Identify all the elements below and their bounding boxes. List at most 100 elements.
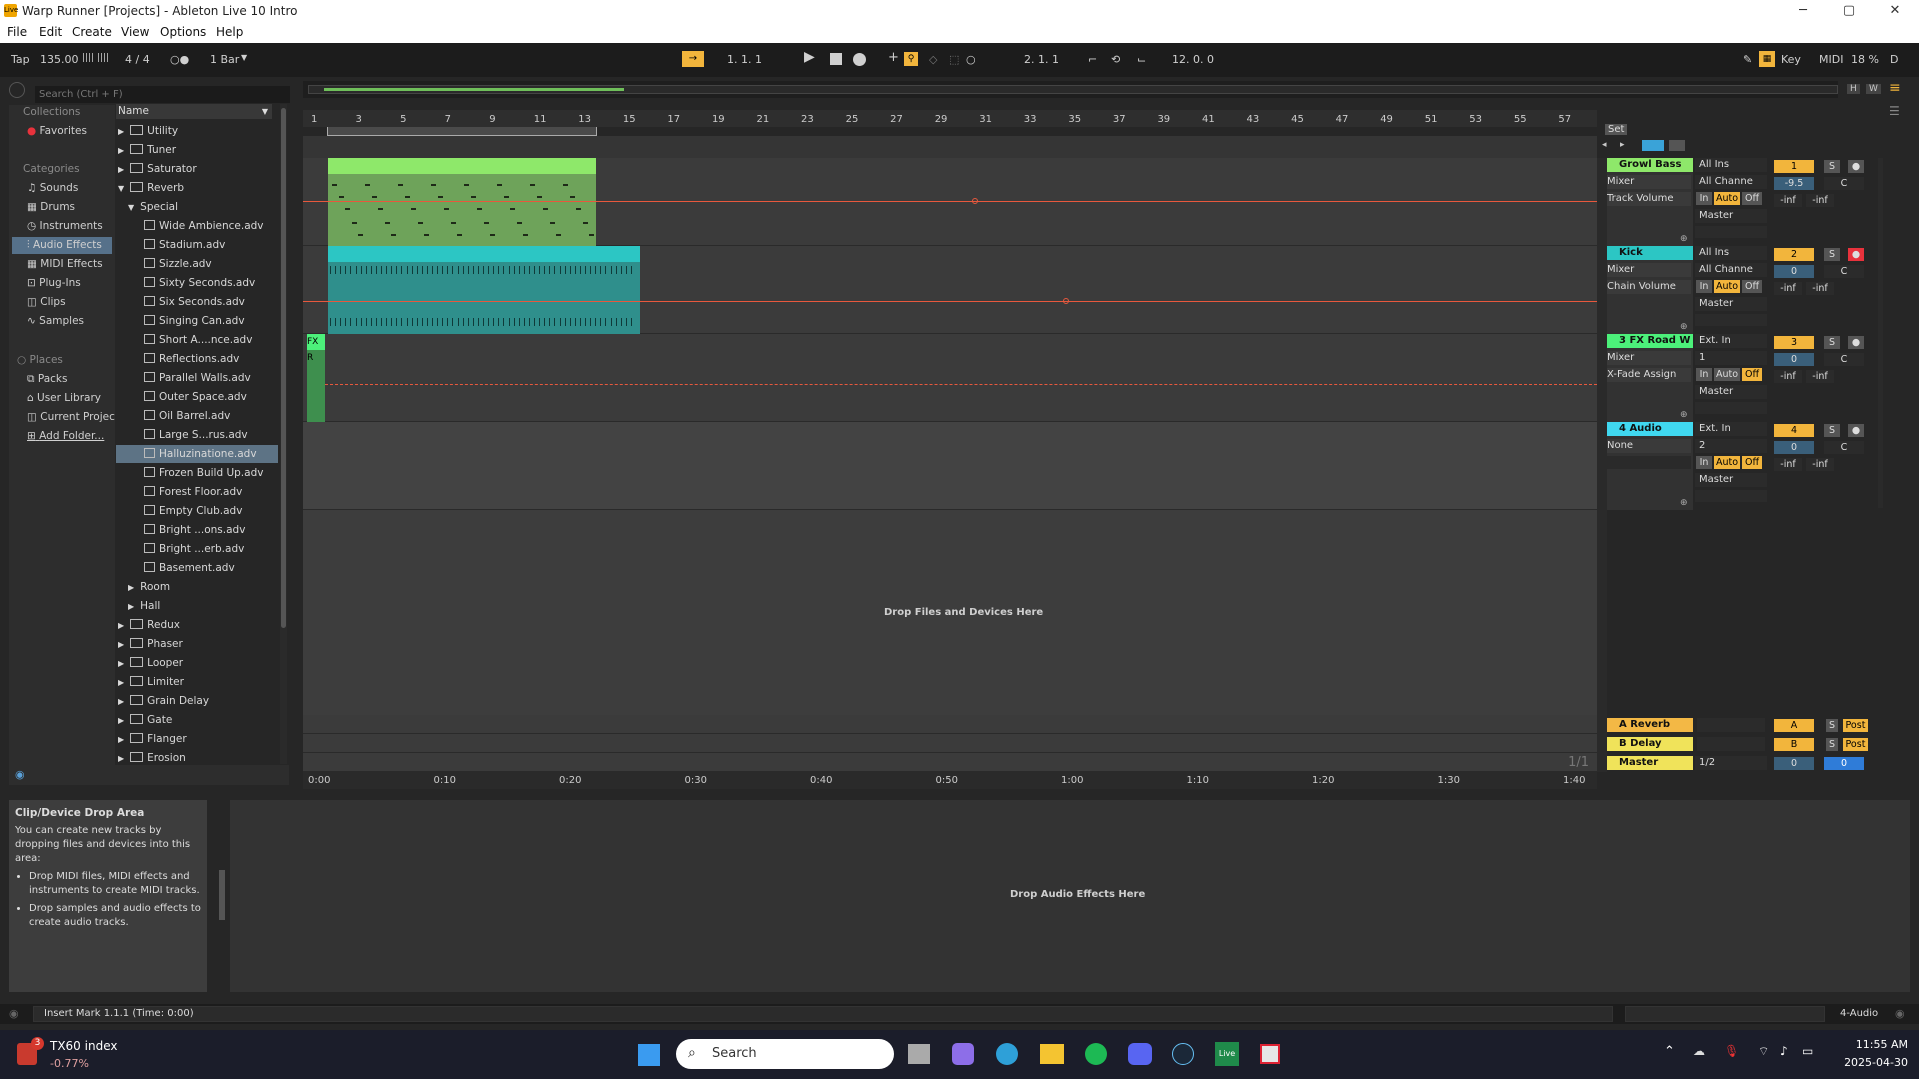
add-lane-icon[interactable]: ⊕ <box>1680 410 1690 420</box>
browser-item[interactable]: ▶ Hall <box>116 597 278 615</box>
output-chooser[interactable]: Master <box>1695 209 1767 223</box>
pre-post-button[interactable]: Post <box>1843 719 1868 732</box>
device-chooser[interactable]: Mixer <box>1603 175 1691 189</box>
midi-note[interactable] <box>417 222 423 224</box>
browser-item[interactable]: ▶ Erosion <box>116 749 278 762</box>
draw-mode-icon[interactable]: ✎ <box>1743 53 1752 66</box>
browser-toggle-icon[interactable] <box>9 82 25 98</box>
chevron-right-icon[interactable]: ▶ <box>118 735 124 744</box>
browser-item[interactable]: ▶ Looper <box>116 654 278 672</box>
chevron-up-icon[interactable]: ⌃ <box>1664 1044 1675 1059</box>
chevron-down-icon[interactable]: ▼ <box>118 184 124 193</box>
drop-zone[interactable]: Drop Files and Devices Here <box>303 510 1597 715</box>
parameter-chooser[interactable] <box>1603 456 1691 469</box>
browser-item[interactable]: ▶ Flanger <box>116 730 278 748</box>
menu-edit[interactable]: Edit <box>39 25 62 39</box>
return-lane-a[interactable] <box>303 715 1597 734</box>
return-track-name[interactable]: A Reverb <box>1599 718 1693 732</box>
set-button[interactable]: Set <box>1605 124 1628 135</box>
automation-arm-icon[interactable]: ⚲ <box>904 52 918 66</box>
maximize-button[interactable]: ▢ <box>1826 0 1872 23</box>
track-lane-growl-bass[interactable] <box>303 158 1597 246</box>
browser-item[interactable]: ▶ Limiter <box>116 673 278 691</box>
io-toggle-icon[interactable] <box>1642 140 1664 151</box>
arm-button[interactable]: ● <box>1848 160 1864 173</box>
loop-brace[interactable] <box>327 127 597 136</box>
browser-item[interactable]: Halluzinatione.adv <box>116 445 278 463</box>
midi-note[interactable] <box>549 222 555 224</box>
midi-note[interactable] <box>543 208 549 210</box>
menu-help[interactable]: Help <box>216 25 243 39</box>
wifi-icon[interactable]: ⌔ <box>1758 1044 1769 1059</box>
category-audio-effects[interactable]: ⫶ Audio Effects <box>12 237 112 254</box>
add-lane-icon[interactable]: ⊕ <box>1680 498 1690 508</box>
input-type-chooser[interactable]: Ext. In <box>1695 334 1767 348</box>
monitor-auto-button[interactable]: Auto <box>1714 456 1740 469</box>
automation-line[interactable] <box>303 301 1597 302</box>
track-name[interactable]: 4 Audio <box>1599 422 1693 436</box>
favorites-item[interactable]: ● Favorites <box>27 125 87 137</box>
solo-button[interactable]: S <box>1824 248 1840 261</box>
midi-note[interactable] <box>358 234 364 236</box>
chevron-right-icon[interactable]: ▶ <box>118 697 124 706</box>
automation-line[interactable] <box>303 201 1597 202</box>
browser-item[interactable]: ▼ Special <box>116 198 278 216</box>
time-signature[interactable]: 4 / 4 <box>125 53 150 66</box>
volume-field[interactable]: 0 <box>1774 353 1814 366</box>
microphone-icon[interactable]: 🎙 <box>1724 1044 1739 1058</box>
place-current-project[interactable]: ◫ Current Projec <box>27 411 115 423</box>
file-explorer-icon[interactable] <box>1040 1044 1064 1064</box>
monitor-off-button[interactable]: Off <box>1742 280 1762 293</box>
forward-icon[interactable]: ▸ <box>1620 140 1625 150</box>
chevron-right-icon[interactable]: ▶ <box>118 165 124 174</box>
track-activator-button[interactable]: 4 <box>1774 424 1814 437</box>
info-toggle-icon[interactable]: ◉ <box>9 1007 19 1020</box>
midi-note[interactable] <box>338 196 344 198</box>
pre-post-button[interactable]: Post <box>1843 738 1868 751</box>
menu-options[interactable]: Options <box>160 25 206 39</box>
midi-note[interactable] <box>490 234 496 236</box>
solo-button[interactable]: S <box>1826 719 1838 732</box>
midi-note[interactable] <box>483 222 489 224</box>
browser-item[interactable]: Parallel Walls.adv <box>116 369 278 387</box>
browser-item[interactable]: Singing Can.adv <box>116 312 278 330</box>
automation-line[interactable] <box>325 384 1597 385</box>
preview-icon[interactable]: ◉ <box>15 768 25 781</box>
computer-keyboard-icon[interactable]: ▦ <box>1759 51 1775 67</box>
track-activator-button[interactable]: 1 <box>1774 160 1814 173</box>
track-lane-4-audio[interactable] <box>303 422 1597 510</box>
pan-field[interactable]: C <box>1824 441 1864 454</box>
return-activator[interactable]: B <box>1774 738 1814 751</box>
browser-item[interactable]: Sixty Seconds.adv <box>116 274 278 292</box>
device-chooser[interactable]: Mixer <box>1603 351 1691 365</box>
chevron-right-icon[interactable]: ▶ <box>118 127 124 136</box>
chevron-down-icon[interactable]: ▼ <box>128 203 134 212</box>
monitor-off-button[interactable]: Off <box>1742 368 1762 381</box>
input-channel-chooser[interactable]: 2 <box>1695 439 1767 453</box>
cue-out-chooser[interactable]: 1/2 <box>1695 756 1767 770</box>
midi-note[interactable] <box>424 234 430 236</box>
discord-icon[interactable] <box>1128 1043 1152 1065</box>
monitor-off-button[interactable]: Off <box>1742 456 1762 469</box>
overdub-icon[interactable]: + <box>888 50 899 65</box>
volume-icon[interactable]: ♪ <box>1780 1044 1788 1058</box>
browser-item[interactable]: Oil Barrel.adv <box>116 407 278 425</box>
pan-field[interactable]: C <box>1824 353 1864 366</box>
midi-note[interactable] <box>345 208 351 210</box>
browser-item[interactable]: ▶ Saturator <box>116 160 278 178</box>
ableton-live-icon[interactable]: Live <box>1215 1042 1239 1066</box>
output-chooser[interactable]: Master <box>1695 297 1767 311</box>
track-activator-button[interactable]: 2 <box>1774 248 1814 261</box>
monitor-in-button[interactable]: In <box>1696 368 1712 381</box>
browser-item[interactable]: ▶ Gate <box>116 711 278 729</box>
midi-note[interactable] <box>470 196 476 198</box>
play-icon[interactable]: ▶ <box>804 49 815 65</box>
monitor-in-button[interactable]: In <box>1696 280 1712 293</box>
browser-item[interactable]: Stadium.adv <box>116 236 278 254</box>
midi-note[interactable] <box>351 222 357 224</box>
browser-item[interactable]: Bright ...erb.adv <box>116 540 278 558</box>
browser-item[interactable]: Outer Space.adv <box>116 388 278 406</box>
audio-clip[interactable]: FX R <box>307 334 325 422</box>
chevron-right-icon[interactable]: ▶ <box>118 716 124 725</box>
beat-ruler[interactable] <box>303 110 1597 127</box>
